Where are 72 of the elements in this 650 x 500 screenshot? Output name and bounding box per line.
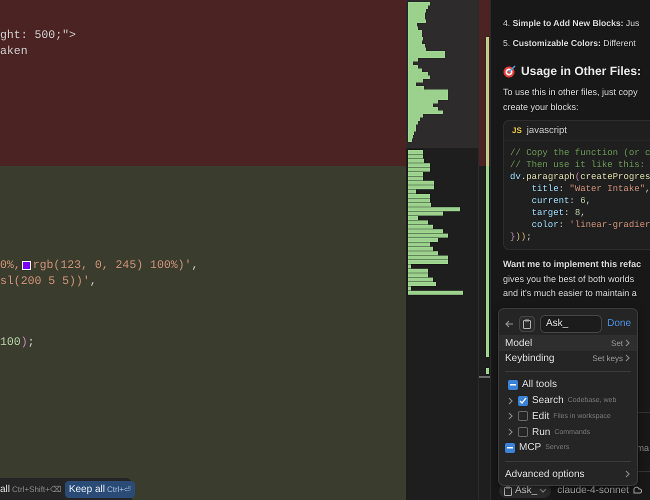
code-token: 'linear-gradier [569,220,650,230]
checkbox[interactable] [518,411,528,422]
checkbox[interactable] [508,380,518,390]
setting-value-button[interactable]: Set keys [592,354,631,363]
js-label: JS [512,126,522,135]
name-input-field[interactable]: Ask_ [540,314,602,333]
tool-label: All tools [522,379,558,390]
code-token: // Then use it like this: [510,160,646,170]
code-token: , [580,208,586,218]
code-token: : [564,208,570,218]
clipboard-icon [504,486,512,496]
code-token: 100 [0,335,21,350]
reject-all-button[interactable]: all Ctrl+Shift+⌫ [0,484,61,494]
code-token: dv [510,172,521,182]
chevron-icon [625,470,631,478]
setting-label: Model [505,338,532,349]
code-token: , [586,196,592,206]
code-token: 0%, [0,258,21,274]
code-token: : [569,196,576,206]
code-token: color [530,220,559,230]
code-token: current [530,196,570,206]
code-token: // Copy the function (or c [510,148,650,158]
code-token: sl(200 5 5))' [0,274,90,289]
setting-label: Keybinding [505,352,554,364]
paragraph: Want me to implement this refac gives you the best of both worlds and it's much easier to maintain a [503,258,642,300]
tool-label: Run [532,426,550,438]
code-token: ) [20,335,28,350]
advanced-options-button[interactable]: Advanced options [499,466,637,482]
code-token: 6 [580,196,586,206]
code-token: : [558,220,566,230]
code-token: createProgres [580,172,650,182]
code-token: aken [0,44,28,59]
code-token: ght: 500;"> [0,28,76,44]
clipboard-button[interactable] [519,316,535,332]
checkbox[interactable] [505,442,515,453]
code-token: . [520,172,526,182]
checkbox[interactable] [518,396,528,406]
code-token: ; [526,232,532,242]
code-token: rgb(123, 0, 245) 100%)' [32,258,192,274]
tool-label: MCP [519,442,542,454]
back-arrow-icon[interactable] [505,320,514,328]
code-token: "Water Intake" [569,184,646,194]
code-token: ; [28,335,35,350]
list-item: 5. Customizable Colors: Different [503,37,637,50]
dash-icon [510,384,516,386]
dash-icon [507,446,513,449]
keep-all-button[interactable]: Keep all Ctrl+⏎ [64,480,136,498]
code-token: } [510,232,516,242]
code-token: , [191,258,198,274]
target-icon [503,64,516,78]
section-heading: Usage in Other Files: [521,64,642,78]
tool-label: Search [532,395,564,406]
list-item: 4. Simple to Add New Blocks: Jus [503,17,640,30]
checkbox[interactable] [518,427,528,438]
tool-label: Edit [532,410,550,422]
code-token: , [645,184,650,194]
setting-value-button[interactable]: Set [610,338,631,348]
code-language: javascript [526,125,567,136]
code-token: )) [515,232,526,242]
clipboard-icon [523,318,531,329]
code-token: , [90,274,97,289]
paragraph: To use this in other files, just copy create your blocks: [503,86,639,114]
model-button[interactable]: claude-4-sonnet [557,485,642,496]
code-token: : [558,184,566,194]
chevron-icon [539,488,548,494]
code-token: target [530,208,564,218]
check-icon [519,396,527,405]
code-token: ( [574,172,580,182]
code-token: 8 [574,208,580,218]
code-token: title [530,184,559,194]
code-token: paragraph [526,172,575,182]
done-button[interactable]: Done [607,318,631,330]
